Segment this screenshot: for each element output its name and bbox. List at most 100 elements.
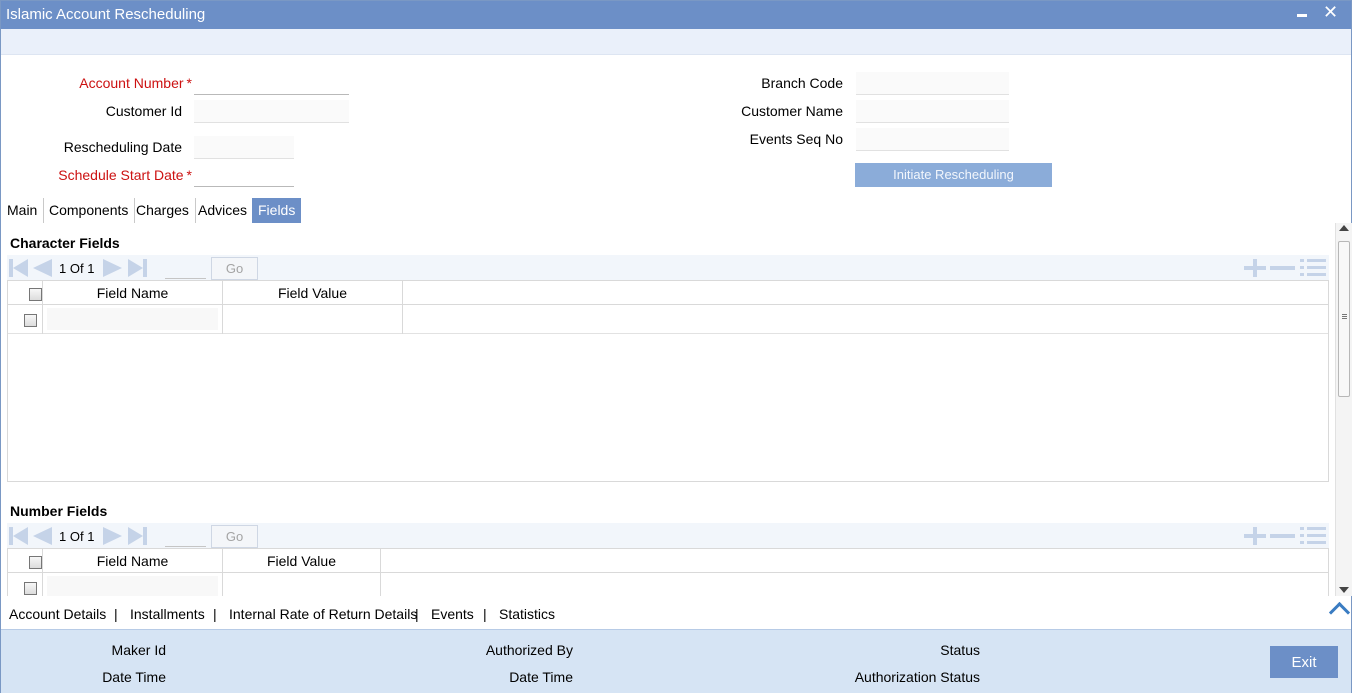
first-page-icon[interactable] [9, 527, 29, 545]
next-page-icon[interactable] [103, 259, 123, 277]
row-select-cell [8, 573, 43, 596]
single-record-view-icon[interactable] [1300, 258, 1326, 278]
select-all-checkbox[interactable] [29, 288, 42, 301]
previous-page-icon[interactable] [33, 259, 53, 277]
account-number-label-text: Account Number [79, 75, 184, 91]
previous-page-icon[interactable] [33, 527, 53, 545]
exit-button[interactable]: Exit [1270, 646, 1338, 678]
required-mark: * [186, 75, 192, 91]
scroll-down-arrow-icon[interactable] [1339, 587, 1349, 593]
link-separator: | [415, 606, 419, 622]
events-seq-no-label: Events Seq No [749, 131, 843, 147]
select-all-cell [8, 281, 43, 305]
add-row-icon[interactable] [1244, 259, 1266, 277]
field-name-cell[interactable] [43, 305, 223, 334]
tab-components[interactable]: Components [43, 198, 136, 223]
customer-id-label: Customer Id [105, 103, 182, 119]
authorization-status-label: Authorization Status [854, 669, 980, 685]
page-total: 1 [87, 261, 95, 276]
last-page-icon[interactable] [128, 259, 148, 277]
number-fields-title: Number Fields [10, 503, 108, 519]
row-checkbox[interactable] [24, 582, 37, 595]
select-all-checkbox[interactable] [29, 556, 42, 569]
column-field-value[interactable]: Field Value [223, 549, 381, 573]
page-current: 1 [59, 261, 67, 276]
window-title: Islamic Account Rescheduling [6, 6, 206, 23]
row-checkbox[interactable] [24, 314, 37, 327]
field-name-input[interactable] [47, 576, 218, 596]
events-seq-no-field [856, 128, 1009, 151]
link-separator: | [114, 606, 118, 622]
close-icon[interactable]: ✕ [1323, 2, 1338, 23]
link-separator: | [483, 606, 487, 622]
tab-charges[interactable]: Charges [130, 198, 196, 223]
customer-id-field [194, 100, 349, 123]
tab-fields[interactable]: Fields [252, 198, 302, 223]
first-page-icon[interactable] [9, 259, 29, 277]
rescheduling-date-label: Rescheduling Date [63, 139, 182, 155]
go-button[interactable]: Go [211, 257, 258, 280]
fields-content: Character Fields 1 Of 1 Go Field Name Fi… [1, 223, 1335, 596]
scroll-thumb[interactable] [1338, 241, 1350, 397]
account-number-label: Account Number * [61, 75, 192, 91]
link-account-details[interactable]: Account Details [9, 606, 106, 622]
row-select-cell [8, 305, 43, 334]
page-info: 1 Of 1 [59, 261, 94, 276]
number-fields-grid: Field Name Field Value [7, 548, 1329, 596]
page-number-input[interactable] [165, 258, 206, 279]
character-fields-toolbar: 1 Of 1 Go [7, 255, 1329, 281]
account-number-input[interactable] [194, 72, 349, 95]
tab-main[interactable]: Main [1, 198, 45, 223]
title-bar[interactable]: Islamic Account Rescheduling ✕ [1, 1, 1351, 29]
delete-row-icon[interactable] [1270, 527, 1295, 545]
branch-code-field [856, 72, 1009, 95]
column-field-value[interactable]: Field Value [223, 281, 403, 305]
schedule-start-date-label: Schedule Start Date * [41, 167, 192, 183]
schedule-start-date-label-text: Schedule Start Date [58, 167, 184, 183]
authorized-by-label: Authorized By [485, 642, 573, 658]
link-statistics[interactable]: Statistics [499, 606, 555, 622]
authorized-date-time-label: Date Time [509, 669, 573, 685]
maker-id-label: Maker Id [111, 642, 166, 658]
number-fields-toolbar: 1 Of 1 Go [7, 523, 1329, 549]
customer-name-label: Customer Name [741, 103, 843, 119]
link-internal-rate-of-return-details[interactable]: Internal Rate of Return Details [229, 606, 417, 622]
go-button[interactable]: Go [211, 525, 258, 548]
page-current: 1 [59, 529, 67, 544]
table-row [8, 573, 1328, 596]
link-events[interactable]: Events [431, 606, 474, 622]
last-page-icon[interactable] [128, 527, 148, 545]
required-mark: * [186, 167, 192, 183]
page-of: Of [69, 529, 84, 544]
chevron-up-icon[interactable] [1329, 601, 1351, 617]
field-name-cell[interactable] [43, 573, 223, 596]
tab-advices[interactable]: Advices [192, 198, 255, 223]
link-installments[interactable]: Installments [130, 606, 205, 622]
scroll-up-arrow-icon[interactable] [1339, 225, 1349, 231]
minimize-icon[interactable] [1295, 5, 1311, 23]
page-number-input[interactable] [165, 526, 206, 547]
field-name-input[interactable] [47, 308, 218, 330]
vertical-scrollbar[interactable] [1335, 223, 1352, 596]
page-of: Of [69, 261, 84, 276]
page-total: 1 [87, 529, 95, 544]
field-value-cell[interactable] [223, 573, 381, 596]
customer-name-field [856, 100, 1009, 123]
column-field-name[interactable]: Field Name [43, 549, 223, 573]
next-page-icon[interactable] [103, 527, 123, 545]
add-row-icon[interactable] [1244, 527, 1266, 545]
rescheduling-window: Islamic Account Rescheduling ✕ Account N… [0, 0, 1352, 693]
branch-code-label: Branch Code [761, 75, 843, 91]
audit-footer: Maker Id Date Time Authorized By Date Ti… [1, 629, 1351, 693]
link-separator: | [213, 606, 217, 622]
toolbar-strip [1, 29, 1351, 55]
date-time-label: Date Time [102, 669, 166, 685]
field-value-cell[interactable] [223, 305, 403, 334]
delete-row-icon[interactable] [1270, 259, 1295, 277]
table-row [8, 305, 1328, 334]
single-record-view-icon[interactable] [1300, 526, 1326, 546]
schedule-start-date-input[interactable] [194, 164, 294, 187]
grid-header: Field Name Field Value [8, 549, 1328, 573]
column-field-name[interactable]: Field Name [43, 281, 223, 305]
initiate-rescheduling-button[interactable]: Initiate Rescheduling [855, 163, 1052, 187]
